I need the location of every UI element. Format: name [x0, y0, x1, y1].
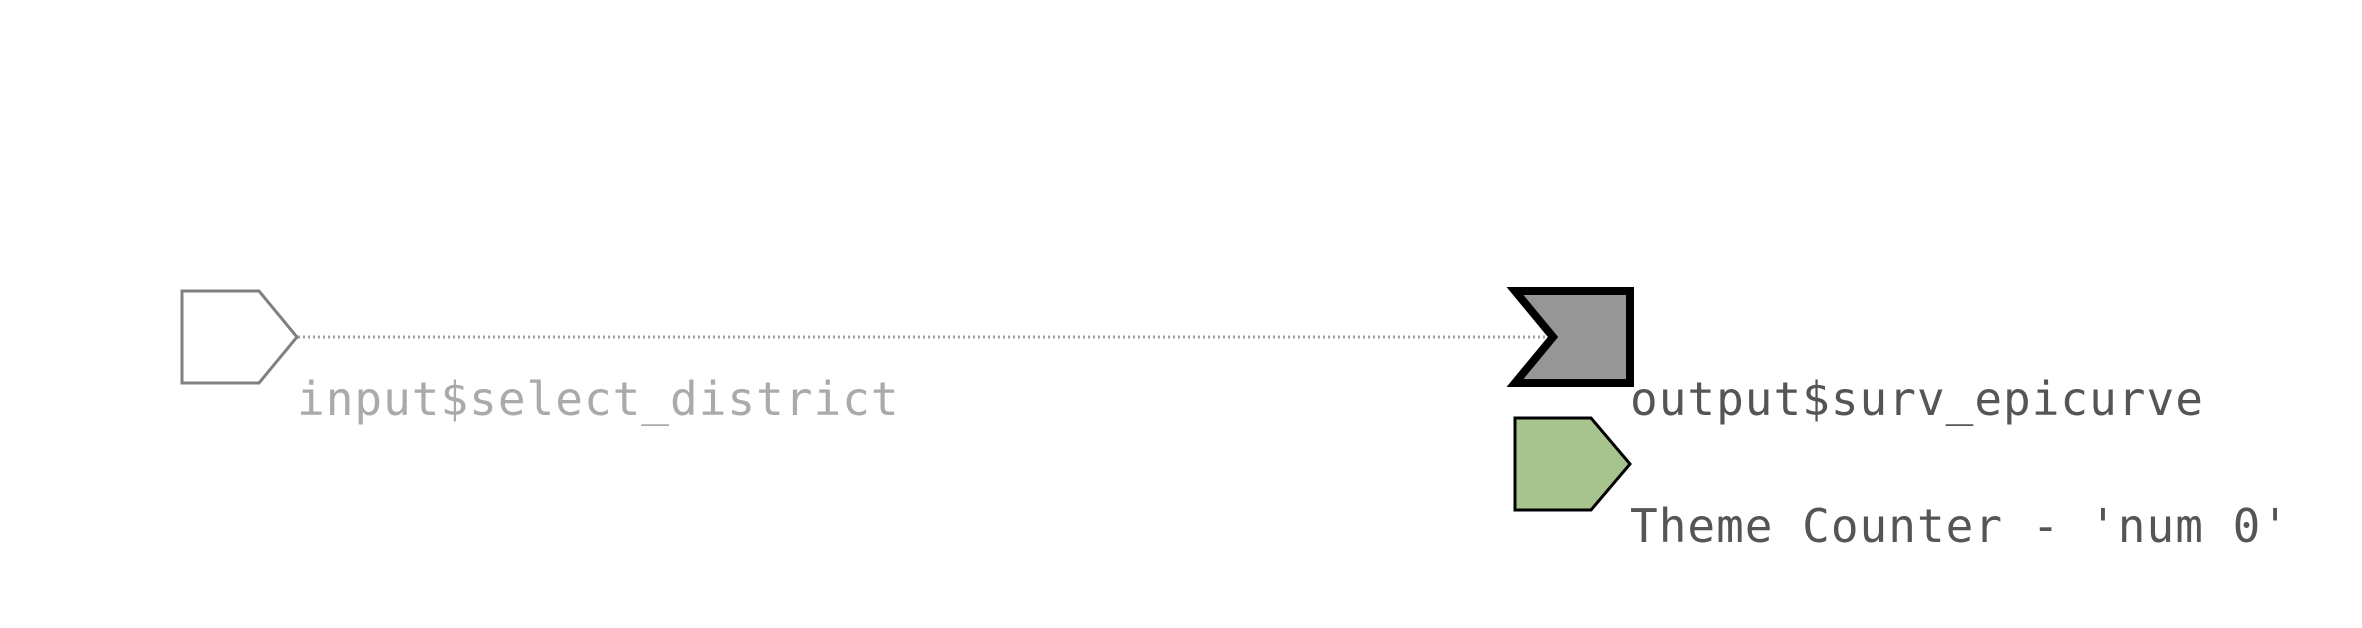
observer-node-label: Theme Counter - 'num 0' — [1630, 499, 2290, 553]
reactive-graph-canvas: input$select_district output$surv_epicur… — [0, 0, 2362, 628]
output-node-shape[interactable] — [1506, 287, 1634, 387]
input-node-label: input$select_district — [297, 372, 900, 426]
observer-node-shape[interactable] — [1513, 416, 1632, 512]
input-node-shape[interactable] — [180, 289, 299, 385]
output-node-label: output$surv_epicurve — [1630, 372, 2204, 426]
